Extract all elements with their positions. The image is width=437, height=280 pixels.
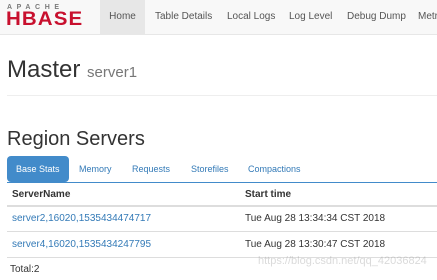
page-title: Master server1 [7,56,137,87]
tab-requests[interactable]: Requests [132,156,170,182]
total-count: Total:2 [10,264,40,275]
start-time-server4: Tue Aug 28 13:30:47 CST 2018 [245,239,386,250]
master-title-text: Master [7,56,81,83]
tabs-underline [7,182,437,183]
tab-storefiles[interactable]: Storefiles [191,156,229,182]
table-row-divider [7,231,437,232]
start-time-server2: Tue Aug 28 13:34:34 CST 2018 [245,213,386,224]
nav-log-level[interactable]: Log Level [289,0,332,34]
nav-metrics[interactable]: Metr [418,0,437,34]
tab-base-stats[interactable]: Base Stats [7,156,69,182]
master-server-name: server1 [87,64,138,81]
server-link-server2[interactable]: server2,16020,1535434474717 [12,213,151,224]
region-servers-heading: Region Servers [7,128,145,150]
nav-home[interactable]: Home [100,0,145,34]
column-header-start-time: Start time [245,189,292,200]
logo-hbase-text: HBASE [6,9,84,30]
tab-memory[interactable]: Memory [79,156,112,182]
header-divider [7,95,437,96]
table-header-divider [7,205,437,207]
tab-compactions[interactable]: Compactions [248,156,301,182]
nav-debug-dump[interactable]: Debug Dump [347,0,406,34]
top-navbar: APACHE HBASE Home Table Details Local Lo… [0,0,437,35]
region-servers-tabs: Base Stats Memory Requests Storefiles Co… [7,156,437,182]
hbase-logo[interactable]: APACHE HBASE [6,4,96,30]
nav-table-details[interactable]: Table Details [155,0,212,34]
server-link-server4[interactable]: server4,16020,1535434247795 [12,239,151,250]
nav-local-logs[interactable]: Local Logs [227,0,275,34]
watermark-text: https://blog.csdn.net/qq_42036824 [258,255,427,267]
column-header-servername: ServerName [12,189,71,200]
